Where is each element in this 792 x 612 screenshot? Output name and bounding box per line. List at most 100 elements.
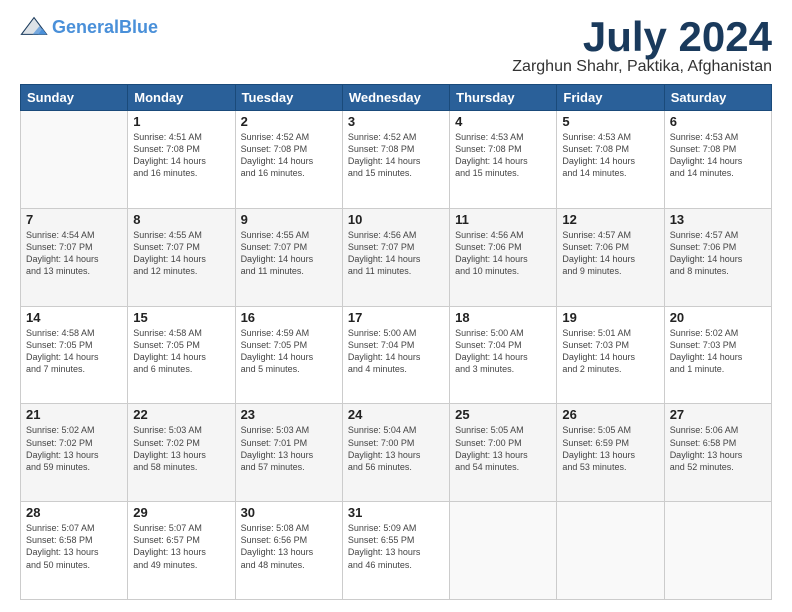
table-row: 2 Sunrise: 4:52 AM Sunset: 7:08 PM Daylig… [235,111,342,209]
day-number: 11 [455,212,551,227]
calendar-week-row: 21Sunrise: 5:02 AM Sunset: 7:02 PM Dayli… [21,404,772,502]
table-row: 28 Sunrise: 5:07 AM Sunset: 6:58 PM Dayli… [21,502,128,600]
day-info: Sunrise: 5:06 AM Sunset: 6:58 PM Dayligh… [670,424,766,473]
table-row: 26Sunrise: 5:05 AM Sunset: 6:59 PM Dayli… [557,404,664,502]
day-number: 31 [348,505,444,520]
header-row: Sunday Monday Tuesday Wednesday Thursday… [21,85,772,111]
table-row: 19 Sunrise: 5:01 AM Sunset: 7:03 PM Dayli… [557,306,664,404]
day-number: 30 [241,505,337,520]
table-row: 3Sunrise: 4:52 AM Sunset: 7:08 PM Daylig… [342,111,449,209]
day-number: 16 [241,310,337,325]
day-info: Sunrise: 5:09 AM Sunset: 6:55 PM Dayligh… [348,522,444,571]
table-row: 18 Sunrise: 5:00 AM Sunset: 7:04 PM Dayli… [450,306,557,404]
day-number: 14 [26,310,122,325]
day-info: Sunrise: 4:54 AM Sunset: 7:07 PM Dayligh… [26,229,122,278]
col-thursday: Thursday [450,85,557,111]
table-row: 23Sunrise: 5:03 AM Sunset: 7:01 PM Dayli… [235,404,342,502]
table-row [664,502,771,600]
table-row: 22 Sunrise: 5:03 AM Sunset: 7:02 PM Dayli… [128,404,235,502]
table-row: 4 Sunrise: 4:53 AM Sunset: 7:08 PM Daylig… [450,111,557,209]
day-info: Sunrise: 5:01 AM Sunset: 7:03 PM Dayligh… [562,327,658,376]
day-number: 28 [26,505,122,520]
day-number: 2 [241,114,337,129]
day-number: 29 [133,505,229,520]
table-row [21,111,128,209]
day-number: 6 [670,114,766,129]
day-info: Sunrise: 5:05 AM Sunset: 6:59 PM Dayligh… [562,424,658,473]
table-row: 8Sunrise: 4:55 AM Sunset: 7:07 PM Daylig… [128,208,235,306]
day-info: Sunrise: 5:00 AM Sunset: 7:04 PM Dayligh… [455,327,551,376]
table-row [450,502,557,600]
day-info: Sunrise: 5:07 AM Sunset: 6:58 PM Dayligh… [26,522,122,571]
table-row: 30 Sunrise: 5:08 AM Sunset: 6:56 PM Dayli… [235,502,342,600]
day-number: 20 [670,310,766,325]
table-row: 15 Sunrise: 4:58 AM Sunset: 7:05 PM Dayli… [128,306,235,404]
table-row: 27 Sunrise: 5:06 AM Sunset: 6:58 PM Dayli… [664,404,771,502]
day-number: 25 [455,407,551,422]
day-info: Sunrise: 4:56 AM Sunset: 7:07 PM Dayligh… [348,229,444,278]
day-info: Sunrise: 5:05 AM Sunset: 7:00 PM Dayligh… [455,424,551,473]
table-row: 7 Sunrise: 4:54 AM Sunset: 7:07 PM Daylig… [21,208,128,306]
day-number: 19 [562,310,658,325]
table-row [557,502,664,600]
day-info: Sunrise: 5:08 AM Sunset: 6:56 PM Dayligh… [241,522,337,571]
table-row: 14 Sunrise: 4:58 AM Sunset: 7:05 PM Dayli… [21,306,128,404]
day-number: 4 [455,114,551,129]
table-row: 29 Sunrise: 5:07 AM Sunset: 6:57 PM Dayli… [128,502,235,600]
day-number: 27 [670,407,766,422]
day-number: 1 [133,114,229,129]
day-info: Sunrise: 4:55 AM Sunset: 7:07 PM Dayligh… [133,229,229,278]
day-info: Sunrise: 4:58 AM Sunset: 7:05 PM Dayligh… [26,327,122,376]
day-number: 12 [562,212,658,227]
table-row: 10Sunrise: 4:56 AM Sunset: 7:07 PM Dayli… [342,208,449,306]
day-info: Sunrise: 4:52 AM Sunset: 7:08 PM Dayligh… [241,131,337,180]
day-info: Sunrise: 4:58 AM Sunset: 7:05 PM Dayligh… [133,327,229,376]
day-number: 22 [133,407,229,422]
header: GeneralBlue July 2024 Zarghun Shahr, Pak… [20,16,772,76]
table-row: 21Sunrise: 5:02 AM Sunset: 7:02 PM Dayli… [21,404,128,502]
table-row: 20 Sunrise: 5:02 AM Sunset: 7:03 PM Dayli… [664,306,771,404]
table-row: 25 Sunrise: 5:05 AM Sunset: 7:00 PM Dayli… [450,404,557,502]
col-wednesday: Wednesday [342,85,449,111]
table-row: 1 Sunrise: 4:51 AM Sunset: 7:08 PM Daylig… [128,111,235,209]
table-row: 17Sunrise: 5:00 AM Sunset: 7:04 PM Dayli… [342,306,449,404]
day-number: 15 [133,310,229,325]
table-row: 9 Sunrise: 4:55 AM Sunset: 7:07 PM Daylig… [235,208,342,306]
col-sunday: Sunday [21,85,128,111]
day-number: 3 [348,114,444,129]
day-info: Sunrise: 4:57 AM Sunset: 7:06 PM Dayligh… [670,229,766,278]
logo-text: GeneralBlue [52,18,158,36]
day-number: 13 [670,212,766,227]
day-number: 18 [455,310,551,325]
day-info: Sunrise: 4:55 AM Sunset: 7:07 PM Dayligh… [241,229,337,278]
col-friday: Friday [557,85,664,111]
calendar-title: July 2024 [512,16,772,58]
day-info: Sunrise: 5:02 AM Sunset: 7:03 PM Dayligh… [670,327,766,376]
calendar-week-row: 28 Sunrise: 5:07 AM Sunset: 6:58 PM Dayli… [21,502,772,600]
page: GeneralBlue July 2024 Zarghun Shahr, Pak… [0,0,792,612]
table-row: 5Sunrise: 4:53 AM Sunset: 7:08 PM Daylig… [557,111,664,209]
table-row: 31 Sunrise: 5:09 AM Sunset: 6:55 PM Dayli… [342,502,449,600]
table-row: 13 Sunrise: 4:57 AM Sunset: 7:06 PM Dayli… [664,208,771,306]
day-number: 9 [241,212,337,227]
day-number: 24 [348,407,444,422]
day-info: Sunrise: 5:03 AM Sunset: 7:02 PM Dayligh… [133,424,229,473]
logo: GeneralBlue [20,16,158,38]
day-info: Sunrise: 4:51 AM Sunset: 7:08 PM Dayligh… [133,131,229,180]
table-row: 12 Sunrise: 4:57 AM Sunset: 7:06 PM Dayli… [557,208,664,306]
day-number: 7 [26,212,122,227]
calendar-subtitle: Zarghun Shahr, Paktika, Afghanistan [512,58,772,76]
day-info: Sunrise: 4:56 AM Sunset: 7:06 PM Dayligh… [455,229,551,278]
day-info: Sunrise: 5:07 AM Sunset: 6:57 PM Dayligh… [133,522,229,571]
day-info: Sunrise: 5:03 AM Sunset: 7:01 PM Dayligh… [241,424,337,473]
table-row: 16Sunrise: 4:59 AM Sunset: 7:05 PM Dayli… [235,306,342,404]
col-tuesday: Tuesday [235,85,342,111]
day-info: Sunrise: 4:57 AM Sunset: 7:06 PM Dayligh… [562,229,658,278]
day-info: Sunrise: 5:02 AM Sunset: 7:02 PM Dayligh… [26,424,122,473]
day-info: Sunrise: 4:53 AM Sunset: 7:08 PM Dayligh… [455,131,551,180]
table-row: 6Sunrise: 4:53 AM Sunset: 7:08 PM Daylig… [664,111,771,209]
col-monday: Monday [128,85,235,111]
day-number: 5 [562,114,658,129]
table-row: 11 Sunrise: 4:56 AM Sunset: 7:06 PM Dayli… [450,208,557,306]
day-number: 17 [348,310,444,325]
